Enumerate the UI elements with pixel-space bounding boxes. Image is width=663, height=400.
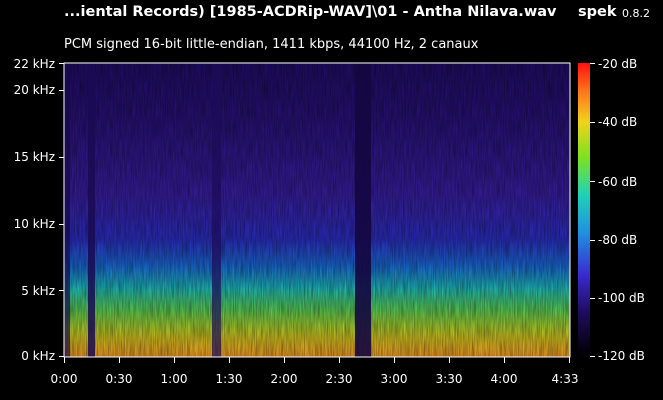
spectrogram-plot[interactable] xyxy=(64,63,570,357)
time-axis-ticks xyxy=(64,357,570,363)
db-color-scale xyxy=(578,63,590,357)
freq-axis-ticks xyxy=(59,63,64,357)
db-scale-ticks xyxy=(590,63,595,357)
spectrogram-graphics xyxy=(59,62,595,363)
